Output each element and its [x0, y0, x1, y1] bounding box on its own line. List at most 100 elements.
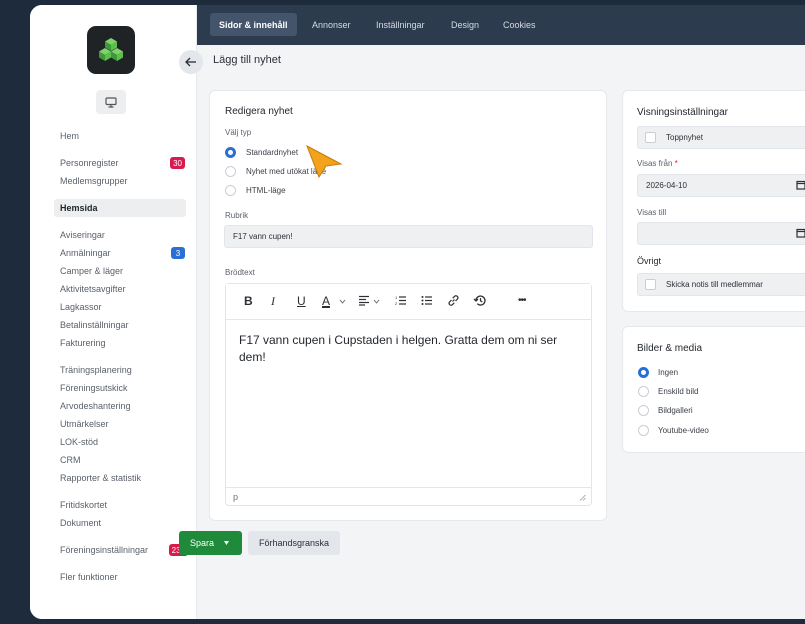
sidebar: Hem Personregister 30 Medlemsgrupper Hems…	[30, 5, 197, 619]
save-button[interactable]: Spara	[179, 531, 242, 555]
edit-news-card: Redigera nyhet Välj typ Standardnyhet Ny…	[209, 90, 607, 521]
sidebar-item-fler-funktioner[interactable]: Fler funktioner	[54, 568, 186, 586]
tab-annonser[interactable]: Annonser	[303, 13, 360, 36]
radio-bildgalleri[interactable]	[638, 405, 649, 416]
count-badge: 30	[170, 157, 185, 169]
radio-youtube-video[interactable]	[638, 425, 649, 436]
type-label: Välj typ	[225, 128, 252, 137]
sidebar-item-label: LOK-stöd	[60, 437, 99, 447]
sidebar-item-rapporter[interactable]: Rapporter & statistik	[54, 469, 186, 487]
sidebar-item-label: Medlemsgrupper	[60, 176, 128, 186]
more-options-button[interactable]: •••	[518, 295, 526, 306]
sidebar-item-arvodeshantering[interactable]: Arvodeshantering	[54, 397, 186, 415]
sidebar-item-label: Fler funktioner	[60, 572, 118, 582]
sidebar-item-label: Rapporter & statistik	[60, 473, 142, 483]
editor-toolbar: B I U A 12 •••	[226, 284, 591, 320]
to-date-input[interactable]	[637, 222, 805, 245]
monitor-icon[interactable]	[96, 90, 126, 114]
calendar-icon[interactable]	[796, 180, 805, 190]
sidebar-item-fakturering[interactable]: Fakturering	[54, 334, 186, 352]
sidebar-item-label: Fritidskortet	[60, 500, 108, 510]
editor-statusbar: p	[226, 487, 591, 505]
align-left-icon[interactable]	[358, 295, 370, 306]
sidebar-item-fritidskortet[interactable]: Fritidskortet	[54, 496, 186, 514]
other-heading: Övrigt	[637, 256, 662, 266]
link-icon[interactable]	[447, 294, 460, 307]
resize-handle-icon[interactable]	[579, 494, 586, 501]
sidebar-item-personregister[interactable]: Personregister 30	[54, 154, 186, 172]
editor-content[interactable]: F17 vann cupen i Cupstaden i helgen. Gra…	[239, 332, 569, 366]
radio-ingen[interactable]	[638, 367, 649, 378]
rich-text-editor: B I U A 12 ••• F17 vann cupen i Cupstade…	[225, 283, 592, 506]
sidebar-item-hemsida[interactable]: Hemsida	[54, 199, 186, 217]
italic-button[interactable]: I	[271, 294, 275, 309]
underline-button[interactable]: U	[297, 294, 306, 308]
tab-design[interactable]: Design	[442, 13, 488, 36]
display-settings-card: Visningsinställningar Toppnyhet Visas fr…	[622, 90, 805, 312]
history-icon[interactable]	[473, 294, 487, 307]
sidebar-item-label: Fakturering	[60, 338, 106, 348]
calendar-icon[interactable]	[796, 228, 805, 238]
body-label: Brödtext	[225, 268, 255, 277]
sidebar-item-label: Aktivitetsavgifter	[60, 284, 126, 294]
notify-row[interactable]: Skicka notis till medlemmar	[637, 273, 805, 296]
sidebar-item-betalinstallningar[interactable]: Betalinställningar	[54, 316, 186, 334]
sidebar-item-anmalningar[interactable]: Anmälningar 3	[54, 244, 186, 262]
sidebar-item-aktivitetsavgifter[interactable]: Aktivitetsavgifter	[54, 280, 186, 298]
sidebar-item-traningsplanering[interactable]: Träningsplanering	[54, 361, 186, 379]
sidebar-item-lagkassor[interactable]: Lagkassor	[54, 298, 186, 316]
sidebar-item-label: Dokument	[60, 518, 102, 528]
svg-text:2: 2	[395, 301, 398, 306]
radio-label: Ingen	[658, 368, 679, 377]
ordered-list-icon[interactable]: 12	[395, 295, 407, 306]
sidebar-item-utmarkelser[interactable]: Utmärkelser	[54, 415, 186, 433]
media-card: Bilder & media Ingen Enskild bild Bildga…	[622, 326, 805, 453]
top-news-checkbox[interactable]	[645, 132, 656, 143]
from-date-input[interactable]: 2026-04-10	[637, 174, 805, 197]
sidebar-item-hem[interactable]: Hem	[54, 127, 186, 145]
sidebar-item-foreningsutskick[interactable]: Föreningsutskick	[54, 379, 186, 397]
notify-checkbox[interactable]	[645, 279, 656, 290]
sidebar-item-foreningsinstallningar[interactable]: Föreningsinställningar239	[54, 541, 188, 559]
top-news-row[interactable]: Toppnyhet	[637, 126, 805, 149]
sidebar-item-label: Arvodeshantering	[60, 401, 131, 411]
cursor-icon	[306, 144, 343, 178]
caret-down-icon	[224, 541, 230, 545]
tab-installningar[interactable]: Inställningar	[367, 13, 434, 36]
bold-button[interactable]: B	[244, 294, 253, 308]
sidebar-item-aviseringar[interactable]: Aviseringar	[54, 226, 186, 244]
radio-html-lage[interactable]	[225, 185, 236, 196]
preview-button[interactable]: Förhandsgranska	[248, 531, 340, 555]
headline-label: Rubrik	[225, 211, 249, 220]
sidebar-item-dokument[interactable]: Dokument	[54, 514, 186, 532]
tab-sidor-innehall[interactable]: Sidor & innehåll	[210, 13, 297, 36]
sidebar-item-label: Camper & läger	[60, 266, 124, 276]
text-color-button[interactable]: A	[322, 294, 330, 308]
sidebar-item-crm[interactable]: CRM	[54, 451, 186, 469]
sidebar-item-label: CRM	[60, 455, 81, 465]
sidebar-item-label: Personregister	[60, 158, 119, 168]
card-heading: Bilder & media	[637, 343, 703, 354]
bullet-list-icon[interactable]	[421, 295, 433, 306]
count-badge: 3	[171, 247, 185, 259]
radio-enskild-bild[interactable]	[638, 386, 649, 397]
sidebar-item-medlemsgrupper[interactable]: Medlemsgrupper	[54, 172, 186, 190]
save-label: Spara	[190, 538, 215, 548]
sidebar-item-label: Hem	[60, 131, 80, 141]
radio-label: Youtube-video	[658, 426, 709, 435]
tab-cookies[interactable]: Cookies	[494, 13, 545, 36]
chevron-down-icon[interactable]	[373, 299, 380, 304]
radio-label: Standardnyhet	[246, 148, 299, 157]
radio-standardnyhet[interactable]	[225, 147, 236, 158]
sidebar-item-label: Utmärkelser	[60, 419, 109, 429]
radio-utokat-lage[interactable]	[225, 166, 236, 177]
chevron-down-icon[interactable]	[339, 299, 346, 304]
card-heading: Visningsinställningar	[637, 107, 728, 118]
headline-input[interactable]: F17 vann cupen!	[224, 225, 593, 248]
sidebar-item-lok-stod[interactable]: LOK-stöd	[54, 433, 186, 451]
radio-label: Enskild bild	[658, 387, 699, 396]
back-button[interactable]	[179, 50, 203, 74]
sidebar-item-label: Föreningsutskick	[60, 383, 128, 393]
club-logo[interactable]	[87, 26, 135, 74]
sidebar-item-camper[interactable]: Camper & läger	[54, 262, 186, 280]
